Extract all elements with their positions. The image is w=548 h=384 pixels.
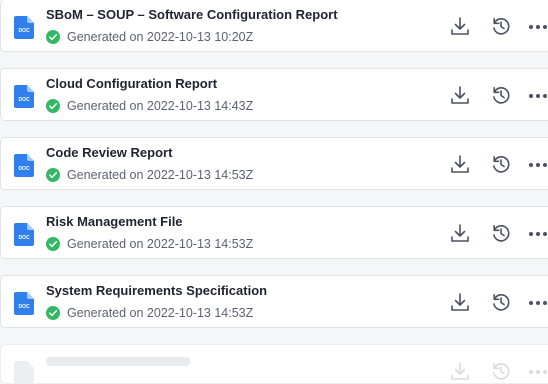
download-icon xyxy=(451,362,469,380)
check-circle-icon xyxy=(46,99,60,113)
title-placeholder xyxy=(46,357,190,366)
download-icon[interactable] xyxy=(449,291,471,313)
history-icon[interactable] xyxy=(490,15,512,37)
more-icon[interactable] xyxy=(528,162,548,168)
report-status: Generated on 2022-10-13 14:53Z xyxy=(46,305,253,321)
check-circle-icon xyxy=(46,306,60,320)
report-card[interactable]: DOC Cloud Configuration Report Generated… xyxy=(0,68,548,121)
history-icon[interactable] xyxy=(490,153,512,175)
report-card[interactable]: DOC SBoM – SOUP – Software Configuration… xyxy=(0,0,548,52)
report-title: SBoM – SOUP – Software Configuration Rep… xyxy=(46,7,338,22)
report-status: Generated on 2022-10-13 14:53Z xyxy=(46,167,253,183)
check-circle-icon xyxy=(46,237,60,251)
report-title: Code Review Report xyxy=(46,145,173,160)
svg-text:DOC: DOC xyxy=(18,97,30,103)
report-title: System Requirements Specification xyxy=(46,283,268,298)
report-status: Generated on 2022-10-13 14:43Z xyxy=(46,98,253,114)
report-status: Generated on 2022-10-13 14:53Z xyxy=(46,236,253,252)
report-card[interactable]: DOC System Requirements Specification Ge… xyxy=(0,275,548,328)
download-icon[interactable] xyxy=(449,222,471,244)
report-card[interactable]: DOC Code Review Report Generated on 2022… xyxy=(0,137,548,190)
report-status-text: Generated on 2022-10-13 14:53Z xyxy=(67,168,254,182)
svg-text:DOC: DOC xyxy=(18,235,30,241)
doc-placeholder-icon xyxy=(14,361,34,384)
download-icon[interactable] xyxy=(449,15,471,37)
more-icon xyxy=(529,370,547,374)
report-status-text: Generated on 2022-10-13 14:53Z xyxy=(67,237,254,251)
more-icon[interactable] xyxy=(528,93,548,99)
report-status-text: Generated on 2022-10-13 14:53Z xyxy=(67,306,254,320)
check-circle-icon xyxy=(46,168,60,182)
svg-text:DOC: DOC xyxy=(18,28,30,34)
report-title: Cloud Configuration Report xyxy=(46,76,218,91)
more-icon[interactable] xyxy=(528,231,548,237)
more-icon[interactable] xyxy=(528,24,548,30)
history-icon xyxy=(493,363,510,380)
more-icon[interactable] xyxy=(528,300,548,306)
report-card[interactable]: DOC Risk Management File Generated on 20… xyxy=(0,206,548,259)
history-icon[interactable] xyxy=(490,291,512,313)
report-card-skeleton xyxy=(0,344,548,384)
report-title: Risk Management File xyxy=(46,214,183,229)
report-status: Generated on 2022-10-13 10:20Z xyxy=(46,29,253,45)
doc-file-icon: DOC xyxy=(14,223,34,246)
doc-file-icon: DOC xyxy=(14,292,34,315)
download-icon[interactable] xyxy=(449,84,471,106)
download-icon[interactable] xyxy=(449,153,471,175)
history-icon[interactable] xyxy=(490,84,512,106)
history-icon[interactable] xyxy=(490,222,512,244)
check-circle-icon xyxy=(46,30,60,44)
report-status-text: Generated on 2022-10-13 10:20Z xyxy=(67,30,254,44)
doc-file-icon: DOC xyxy=(14,16,34,39)
svg-text:DOC: DOC xyxy=(18,304,30,310)
doc-file-icon: DOC xyxy=(14,85,34,108)
svg-text:DOC: DOC xyxy=(18,166,30,172)
report-status-text: Generated on 2022-10-13 14:43Z xyxy=(67,99,254,113)
doc-file-icon: DOC xyxy=(14,154,34,177)
